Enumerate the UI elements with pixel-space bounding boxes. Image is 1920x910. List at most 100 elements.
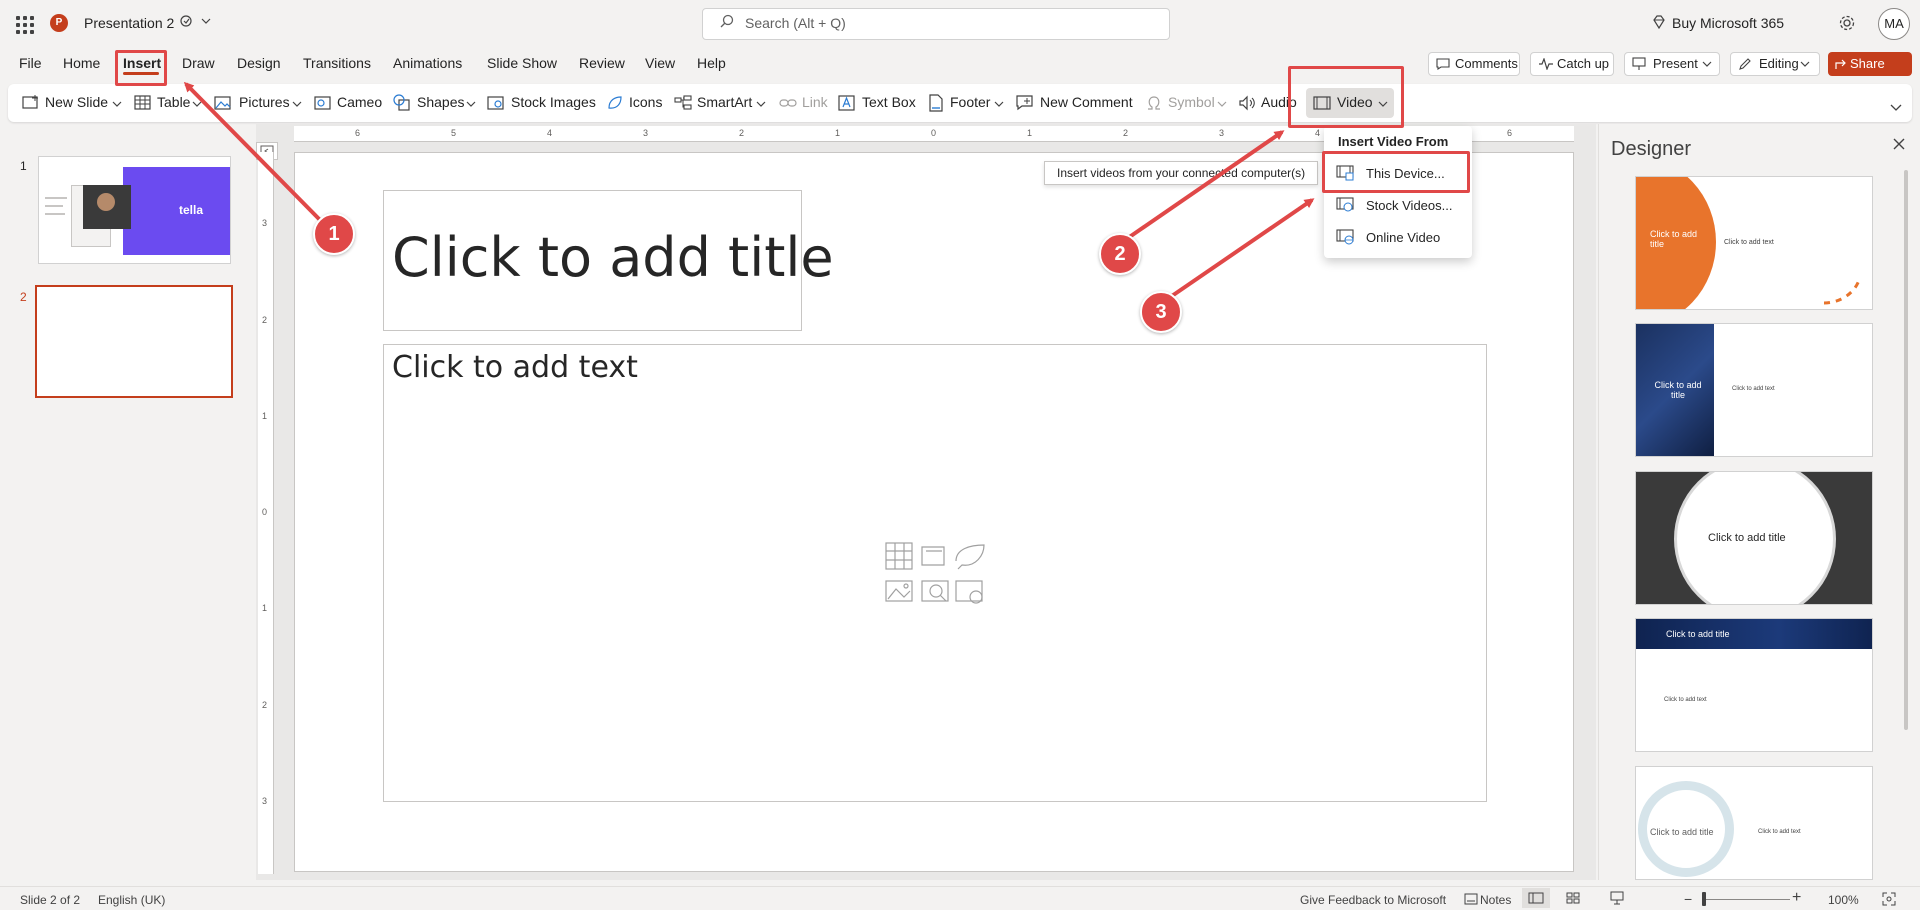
notes-button[interactable]: Notes: [1480, 893, 1511, 907]
chevron-down-icon[interactable]: [756, 94, 766, 112]
callout-box-insert-tab: [115, 50, 167, 86]
zoom-slider-track[interactable]: [1702, 899, 1790, 900]
document-title[interactable]: Presentation 2: [84, 15, 174, 31]
tab-design[interactable]: Design: [237, 55, 281, 71]
design-card-title: Click to add title: [1708, 532, 1786, 544]
search-icon: [720, 14, 734, 28]
insert-smartart-icon: [921, 546, 945, 566]
slide-thumbnail-2[interactable]: [35, 285, 233, 398]
ruler-tick-label: 2: [262, 315, 268, 325]
cameo-button[interactable]: Cameo: [337, 94, 382, 114]
close-icon[interactable]: [1891, 136, 1907, 152]
symbol-button[interactable]: Symbol: [1168, 94, 1215, 114]
status-bar: [0, 886, 1920, 910]
ruler-tick-label: 3: [643, 128, 649, 138]
smartart-icon: [674, 95, 692, 110]
smartart-button[interactable]: SmartArt: [697, 94, 752, 114]
slide-sorter-icon[interactable]: [1566, 892, 1580, 904]
step-badge-1: 1: [313, 213, 355, 255]
insert-content-icons: [885, 542, 985, 604]
avatar[interactable]: MA: [1878, 8, 1910, 40]
online-video-option[interactable]: Online Video: [1366, 230, 1440, 245]
link-button[interactable]: Link: [802, 94, 828, 114]
chevron-down-icon[interactable]: [466, 94, 476, 112]
tab-home[interactable]: Home: [63, 55, 100, 71]
tab-transitions[interactable]: Transitions: [303, 55, 371, 71]
shapes-button[interactable]: Shapes: [417, 94, 464, 114]
tab-slide-show[interactable]: Slide Show: [487, 55, 557, 71]
chevron-down-icon[interactable]: [192, 94, 202, 112]
new-comment-button[interactable]: New Comment: [1040, 94, 1133, 114]
slide-thumbnail-1[interactable]: tella: [38, 156, 231, 264]
design-card-title: Click to add title: [1666, 629, 1730, 639]
present-chevron-down-icon[interactable]: [1702, 60, 1712, 68]
insert-stock-image-icon: [921, 580, 949, 602]
thumb-person: [97, 193, 115, 211]
pencil-icon: [1739, 58, 1751, 70]
normal-view-icon[interactable]: [1528, 892, 1544, 904]
ruler-tick-label: 1: [835, 128, 841, 138]
zoom-level[interactable]: 100%: [1828, 893, 1859, 907]
tab-animations[interactable]: Animations: [393, 55, 462, 71]
ruler-tick-label: 4: [547, 128, 553, 138]
zoom-slider-thumb[interactable]: [1702, 892, 1706, 906]
design-card-title: Click to add title: [1650, 827, 1714, 837]
new-slide-button[interactable]: New Slide: [45, 94, 108, 114]
designer-scrollbar[interactable]: [1904, 170, 1908, 730]
design-idea-5[interactable]: Click to add title Click to add text: [1635, 766, 1873, 880]
ruler-tick-label: 3: [262, 218, 268, 228]
language-indicator[interactable]: English (UK): [98, 893, 165, 907]
stock-videos-option[interactable]: Stock Videos...: [1366, 198, 1452, 213]
chevron-down-icon[interactable]: [292, 94, 302, 112]
design-idea-2[interactable]: Click to add title Click to add text: [1635, 323, 1873, 457]
orange-arc-decoration: [1823, 276, 1862, 305]
table-button[interactable]: Table: [157, 94, 190, 114]
chevron-down-icon[interactable]: [112, 94, 122, 112]
tab-review[interactable]: Review: [579, 55, 625, 71]
share-icon: [1835, 59, 1846, 69]
editing-chevron-down-icon: [1800, 61, 1810, 67]
autosave-chevron-icon[interactable]: [180, 14, 212, 31]
callout-box-video-button: [1288, 66, 1404, 128]
tab-file[interactable]: File: [19, 55, 42, 71]
notes-icon: [1464, 893, 1478, 905]
chevron-down-icon[interactable]: [994, 94, 1004, 112]
presentation-icon: [1632, 57, 1646, 70]
new-slide-icon: [22, 95, 38, 109]
thumb-text-line: [45, 205, 63, 207]
pictures-button[interactable]: Pictures: [239, 94, 290, 114]
stock-videos-icon: [1336, 197, 1354, 212]
fit-to-window-icon[interactable]: [1882, 892, 1896, 906]
new-comment-icon: [1016, 95, 1033, 111]
zoom-out-icon[interactable]: −: [1684, 891, 1692, 907]
stock-images-button[interactable]: Stock Images: [511, 94, 596, 114]
chevron-down-icon[interactable]: [1217, 94, 1227, 112]
design-card-title: Click to add title: [1654, 380, 1702, 400]
design-idea-1[interactable]: Click to add title Click to add text: [1635, 176, 1873, 310]
text-box-icon: [838, 95, 855, 111]
pulse-icon: [1539, 58, 1553, 70]
design-idea-4[interactable]: Click to add title Click to add text: [1635, 618, 1873, 752]
gear-icon[interactable]: [1838, 14, 1856, 32]
design-idea-3[interactable]: Click to add title: [1635, 471, 1873, 605]
insert-icons-icon: [955, 544, 985, 570]
ruler-tick-label: 0: [262, 507, 268, 517]
zoom-in-icon[interactable]: +: [1792, 889, 1801, 907]
callout-box-this-device: [1322, 151, 1470, 193]
app-launcher-icon[interactable]: [14, 14, 34, 34]
tab-draw[interactable]: Draw: [182, 55, 215, 71]
tab-help[interactable]: Help: [697, 55, 726, 71]
buy-microsoft-365-link[interactable]: Buy Microsoft 365: [1672, 15, 1784, 31]
ruler-tick-label: 1: [262, 603, 268, 613]
icons-button[interactable]: Icons: [629, 94, 662, 114]
insert-picture-icon: [885, 580, 913, 602]
ruler-tick-label: 4: [1315, 128, 1321, 138]
text-box-button[interactable]: Text Box: [862, 94, 916, 114]
tab-view[interactable]: View: [645, 55, 675, 71]
pictures-icon: [214, 96, 231, 110]
footer-button[interactable]: Footer: [950, 94, 990, 114]
feedback-link[interactable]: Give Feedback to Microsoft: [1300, 893, 1446, 907]
table-icon: [134, 95, 151, 110]
ribbon-expand-chevron-icon[interactable]: [1890, 104, 1902, 112]
reading-view-icon[interactable]: [1610, 891, 1624, 905]
